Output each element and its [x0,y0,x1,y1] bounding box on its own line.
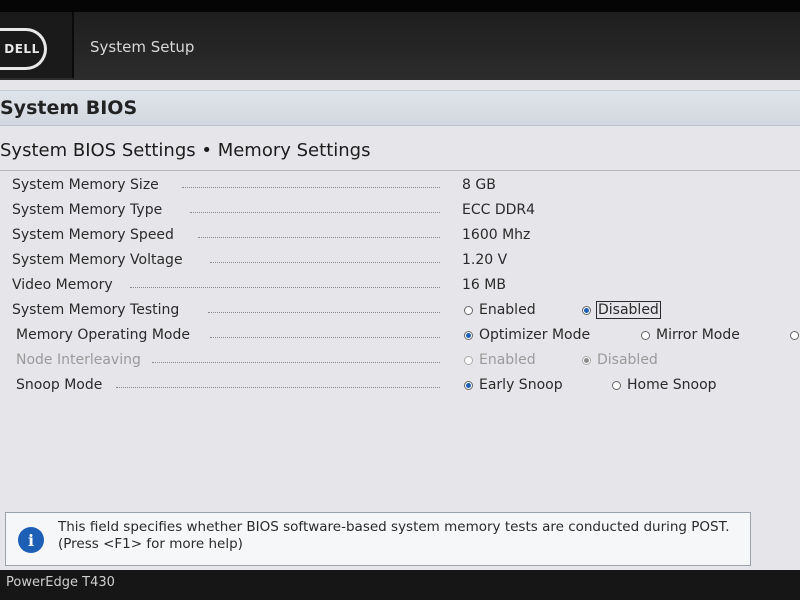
radio-selected-icon[interactable] [464,330,473,340]
page-title-bar: System BIOS [0,90,800,126]
help-text: This field specifies whether BIOS softwa… [58,519,730,552]
option-label: Optimizer Mode [479,327,591,343]
info-icon: i [18,527,44,553]
setting-label: System Memory Speed [12,227,174,243]
radio-option-offscreen[interactable] [790,326,800,344]
leader-dots [210,262,440,263]
radio-option-mirror[interactable]: Mirror Mode [641,326,740,344]
setting-row: Video Memory 16 MB [0,273,800,298]
setting-row: System Memory Type ECC DDR4 [0,198,800,223]
radio-unselected-icon [464,355,473,365]
radio-unselected-icon[interactable] [464,305,473,315]
setting-label: System Memory Type [12,202,163,218]
leader-dots [182,187,440,188]
radio-option-home-snoop[interactable]: Home Snoop [612,376,717,394]
page-subtitle: System BIOS Settings • Memory Settings [0,140,371,161]
radio-option-early-snoop[interactable]: Early Snoop [464,376,563,394]
option-label: Disabled [597,352,658,368]
setting-value: ECC DDR4 [462,202,536,218]
option-label: Early Snoop [479,377,563,393]
setting-label: System Memory Voltage [12,252,183,268]
radio-unselected-icon[interactable] [612,380,621,390]
app-title: System Setup [90,38,195,56]
radio-option-enabled[interactable]: Enabled [464,301,536,319]
setting-label: Node Interleaving [16,352,141,368]
setting-row-node-interleaving: Node Interleaving Enabled Disabled [0,348,800,373]
leader-dots [210,337,440,338]
help-box: i This field specifies whether BIOS soft… [5,512,751,566]
radio-option-enabled: Enabled [464,351,536,369]
setting-row: System Memory Speed 1600 Mhz [0,223,800,248]
setting-row: System Memory Voltage 1.20 V [0,248,800,273]
dell-logo: DELL [0,28,47,70]
setting-row-snoop-mode: Snoop Mode Early Snoop Home Snoop [0,373,800,398]
radio-selected-icon[interactable] [464,380,473,390]
setting-label: System Memory Size [12,177,159,193]
radio-selected-icon[interactable] [582,305,591,315]
option-label: Disabled [596,301,661,319]
divider [0,170,800,171]
leader-dots [198,237,440,238]
leader-dots [190,212,440,213]
radio-unselected-icon[interactable] [641,330,650,340]
radio-unselected-icon[interactable] [790,330,799,340]
page-title: System BIOS [0,97,138,119]
radio-selected-icon [582,355,591,365]
setting-label: Snoop Mode [16,377,103,393]
setting-value: 1.20 V [462,252,508,268]
top-band [0,0,800,12]
setting-value: 8 GB [462,177,496,193]
radio-option-optimizer[interactable]: Optimizer Mode [464,326,590,344]
bios-screen: DELL System Setup System BIOS System BIO… [0,0,800,600]
leader-dots [130,287,440,288]
setting-label: System Memory Testing [12,302,180,318]
settings-list: System Memory Size 8 GB System Memory Ty… [0,173,800,398]
header-bar: DELL System Setup [0,0,800,80]
option-label: Home Snoop [627,377,717,393]
radio-option-disabled[interactable]: Disabled [582,301,661,319]
setting-row-operating-mode: Memory Operating Mode Optimizer Mode Mir… [0,323,800,348]
setting-row-memory-testing: System Memory Testing Enabled Disabled [0,298,800,323]
leader-dots [116,387,440,388]
option-label: Mirror Mode [656,327,740,343]
content-panel: System BIOS System BIOS Settings • Memor… [0,80,800,570]
option-label: Enabled [479,302,536,318]
leader-dots [208,312,440,313]
logo-area: DELL [0,12,74,78]
setting-value: 16 MB [462,277,506,293]
setting-row: System Memory Size 8 GB [0,173,800,198]
option-label: Enabled [479,352,536,368]
leader-dots [152,362,440,363]
setting-label: Memory Operating Mode [16,327,190,343]
footer-bar: PowerEdge T430 [0,570,800,600]
radio-option-disabled: Disabled [582,351,658,369]
setting-value: 1600 Mhz [462,227,531,243]
model-name: PowerEdge T430 [6,575,115,590]
setting-label: Video Memory [12,277,113,293]
